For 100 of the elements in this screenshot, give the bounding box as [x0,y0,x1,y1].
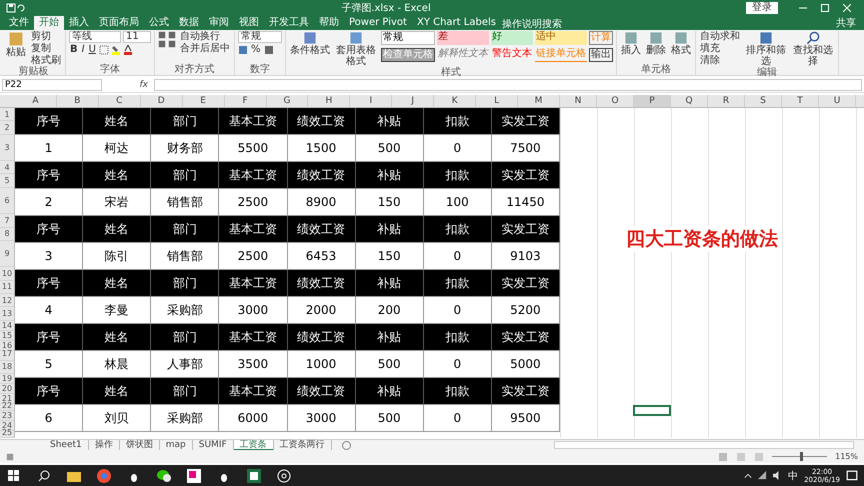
ribbon-tab[interactable]: 公式 [144,16,174,30]
ribbon-tab[interactable]: 页面布局 [94,16,144,30]
wrap-text-button[interactable]: 自动换行 [179,31,231,42]
ribbon-tab[interactable]: 视图 [234,16,264,30]
camera-icon[interactable] [276,468,292,484]
row-number[interactable]: 3 [0,134,14,162]
column-header[interactable]: A [15,95,57,107]
share-button[interactable]: 共享 [828,16,864,30]
cell-style-option[interactable]: 适中 [535,31,587,45]
chat-icon[interactable] [156,468,172,484]
row-number[interactable]: 17 [0,348,14,361]
row-number[interactable]: 22 [0,401,14,412]
ribbon-tab[interactable]: 开发工具 [264,16,314,30]
ribbon-tab[interactable]: 帮助 [314,16,344,30]
row-number[interactable]: 20 [0,384,14,394]
format-as-table-button[interactable]: 套用表格格式 [334,31,378,67]
cell-style-option[interactable]: 好 [491,31,533,45]
font-size-field[interactable]: 11 [123,31,151,43]
input-method[interactable]: 中 [788,468,798,482]
column-header[interactable]: C [98,95,141,107]
format-painter-button[interactable]: 格式刷 [30,55,62,66]
cells-button[interactable]: 删除 [645,31,667,56]
bold-button[interactable]: B [69,44,79,55]
row-number[interactable]: 23 [0,411,14,422]
row-number[interactable]: 10 [0,267,14,281]
column-header[interactable]: I [350,95,392,107]
cells-button[interactable]: 格式 [670,31,692,56]
row-number[interactable]: 25 [0,428,14,438]
search-icon[interactable] [36,468,52,484]
horizontal-scrollbar[interactable] [554,441,854,449]
row-number[interactable]: 9 [0,240,14,268]
column-header[interactable]: H [308,95,350,107]
column-header[interactable]: S [744,95,782,107]
cells-button[interactable]: 插入 [620,31,642,56]
start-icon[interactable] [6,468,22,484]
column-header[interactable]: Q [670,95,708,107]
spreadsheet-icon[interactable] [246,468,262,484]
cell-style-option[interactable]: 解释性文本 [437,48,489,62]
fill-button[interactable]: 填充 [699,43,741,54]
row-number[interactable]: 1 [0,108,14,122]
autosum-button[interactable]: 自动求和 [699,31,741,42]
clear-button[interactable]: 清除 [699,55,741,66]
ribbon-tab[interactable]: 数据 [174,16,204,30]
percent-button[interactable]: % [250,44,262,55]
column-header[interactable]: M [518,95,560,107]
column-header[interactable]: R [708,95,745,107]
cell-style-option[interactable]: 常规 [381,31,435,45]
column-header[interactable]: J [392,95,434,107]
number-format-field[interactable]: 常规 [238,31,282,43]
column-header[interactable]: U [818,95,856,107]
ribbon-tab[interactable]: XY Chart Labels [412,16,501,30]
ribbon-tab[interactable]: 审阅 [204,16,234,30]
app-icon[interactable] [186,468,202,484]
column-header[interactable]: B [56,95,99,107]
cell-style-option[interactable]: 警告文本 [491,48,533,62]
ribbon-tab[interactable]: 文件 [4,16,34,30]
cell-style-option[interactable]: 输出 [589,48,613,62]
cut-button[interactable]: 剪切 [30,31,62,42]
browser-icon[interactable] [96,468,112,484]
row-number[interactable]: 12 [0,294,14,308]
sort-filter-button[interactable]: 排序和筛选 [744,31,788,67]
name-box[interactable]: P22 [2,79,102,91]
row-number[interactable]: 2 [0,121,14,135]
conditional-format-button[interactable]: 条件格式 [289,31,331,56]
column-header[interactable]: G [266,95,308,107]
ribbon-tab[interactable]: 插入 [64,16,94,30]
merge-center-button[interactable]: 合并后居中 [179,43,231,54]
ribbon-tab[interactable]: 开始 [34,16,64,30]
row-number[interactable]: 11 [0,280,14,294]
ribbon-tab[interactable]: Power Pivot [344,16,412,30]
underline-button[interactable]: U [88,44,97,55]
column-header[interactable]: T [782,95,819,107]
italic-button[interactable]: I [80,44,86,55]
row-number[interactable]: 5 [0,174,14,188]
row-number[interactable]: 13 [0,307,14,320]
column-header[interactable]: L [476,95,518,107]
tell-me-search[interactable]: 操作说明搜索 [500,19,563,30]
column-header[interactable]: D [140,95,183,107]
row-number[interactable]: 19 [0,374,14,384]
row-number[interactable]: 4 [0,161,14,174]
find-select-button[interactable]: 查找和选择 [791,31,835,67]
zoom-thumb[interactable] [800,452,803,461]
column-header[interactable]: E [182,95,225,107]
column-header[interactable]: K [434,95,476,107]
row-number[interactable]: 7 [0,214,14,228]
cell-style-option[interactable]: 差 [437,31,489,45]
paste-button[interactable]: 粘贴 [5,31,27,58]
column-header[interactable]: P [634,95,671,107]
formula-input[interactable] [154,79,862,91]
font-name-field[interactable]: 等线 [69,31,121,43]
row-number[interactable]: 18 [0,360,14,374]
row-number[interactable]: 16 [0,340,14,350]
row-number[interactable]: 8 [0,228,14,241]
row-number[interactable]: 14 [0,320,14,330]
copy-button[interactable]: 复制 [30,43,62,54]
selected-cell[interactable] [633,405,671,416]
login-button[interactable]: 登录 [746,2,778,14]
row-number[interactable]: 15 [0,330,14,340]
row-number[interactable]: 6 [0,188,14,214]
sheet-tab[interactable]: 工资条 [234,440,274,450]
